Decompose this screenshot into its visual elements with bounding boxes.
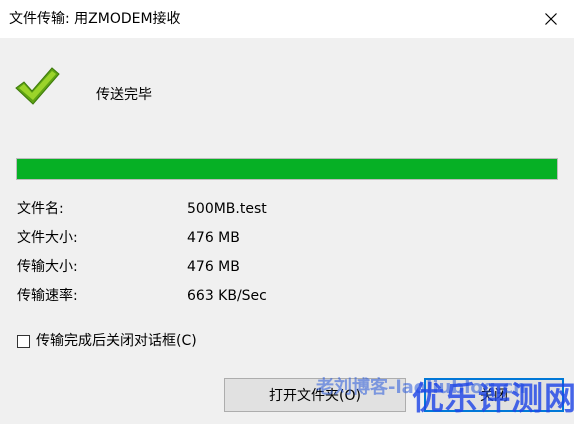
title-bar: 文件传输: 用ZMODEM接收 — [0, 0, 574, 38]
file-size-value: 476 MB — [187, 230, 240, 246]
transfer-status-text: 传送完毕 — [96, 87, 152, 103]
checkmark-icon — [15, 67, 60, 105]
file-transfer-dialog: 文件传输: 用ZMODEM接收 传送完毕 文件名: 500MB.test 文件大… — [0, 0, 574, 424]
filename-value: 500MB.test — [187, 201, 267, 217]
close-icon — [545, 13, 557, 25]
transferred-size-label: 传输大小: — [17, 259, 78, 275]
close-after-done-option[interactable]: 传输完成后关闭对话框(C) — [17, 331, 197, 351]
progress-bar — [16, 158, 558, 180]
close-after-done-label: 传输完成后关闭对话框(C) — [36, 333, 197, 349]
open-folder-button[interactable]: 打开文件夹(O) — [224, 378, 406, 412]
close-window-button[interactable] — [528, 0, 574, 38]
file-size-label: 文件大小: — [17, 230, 78, 246]
transferred-size-value: 476 MB — [187, 259, 240, 275]
transfer-rate-value: 663 KB/Sec — [187, 288, 267, 304]
window-title: 文件传输: 用ZMODEM接收 — [9, 11, 181, 27]
transfer-rate-label: 传输速率: — [17, 288, 78, 304]
close-button[interactable]: 关闭 — [424, 378, 564, 412]
progress-bar-fill — [17, 159, 557, 179]
filename-label: 文件名: — [17, 201, 64, 217]
close-after-done-checkbox[interactable] — [17, 334, 30, 348]
